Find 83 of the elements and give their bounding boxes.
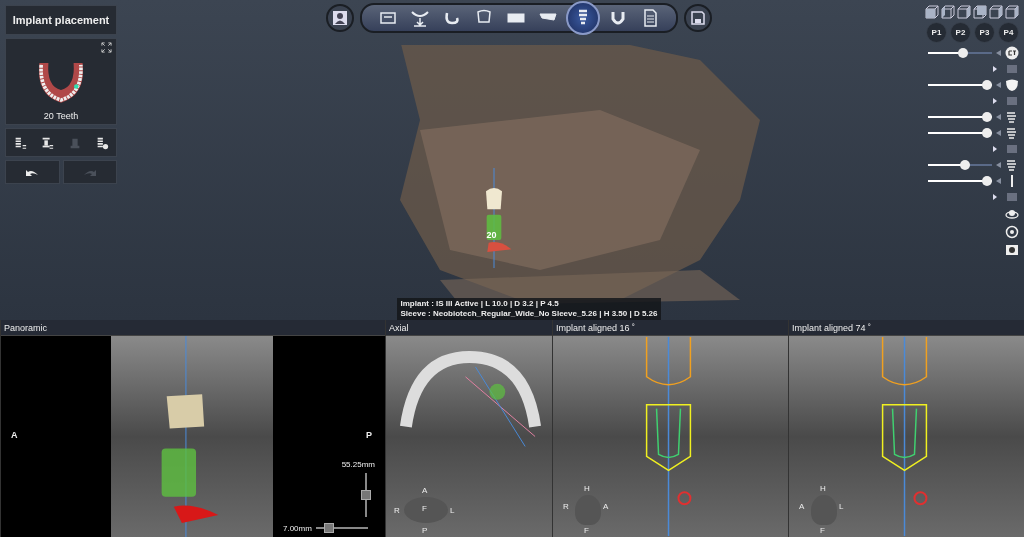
orientation-label: F xyxy=(820,526,825,535)
implant-marker[interactable] xyxy=(489,383,506,400)
person-icon xyxy=(331,10,348,26)
slider-thumb[interactable] xyxy=(982,112,992,122)
view-title: Panoramic xyxy=(1,320,385,336)
view-cube-icon[interactable] xyxy=(941,5,955,19)
implant-info: Implant : IS III Active | L 10.0 | D 3.2 | P 4.5 Sleeve : Neobiotech_Regular_Wide_No Sleeve_5.26 | H 3.50 | D 5.26 xyxy=(396,298,662,320)
save-button[interactable] xyxy=(683,4,712,32)
view-cube-icon[interactable] xyxy=(973,5,987,19)
nerve-marker xyxy=(173,505,219,523)
implant-layer-icon[interactable] xyxy=(1005,126,1019,140)
implant-number: 20 xyxy=(486,230,497,240)
expand-arrow-icon[interactable] xyxy=(992,98,998,104)
view-cube-icon[interactable] xyxy=(925,5,939,19)
orientation-label: P xyxy=(366,430,372,440)
orientation-label: F xyxy=(422,504,427,513)
orientation-label: A xyxy=(603,502,609,511)
tooth-layer-icon[interactable] xyxy=(1005,78,1019,92)
slider-thumb[interactable] xyxy=(957,48,968,58)
orientation-label: H xyxy=(584,484,590,493)
implant-outline[interactable] xyxy=(655,407,682,459)
curve-icon xyxy=(409,8,430,28)
view-title: Implant aligned 74 ˚ xyxy=(789,320,1024,336)
camera-icon[interactable] xyxy=(1005,242,1019,256)
view-title: Implant aligned 16 ˚ xyxy=(553,320,788,336)
crown-drawing[interactable] xyxy=(166,394,205,429)
expand-arrow-icon[interactable] xyxy=(992,194,998,200)
expand-icon[interactable] xyxy=(101,42,112,53)
orientation-label: H xyxy=(820,484,826,493)
save-icon xyxy=(689,10,706,26)
sleeve-icon[interactable] xyxy=(40,135,55,150)
orientation-label: L xyxy=(450,506,455,515)
orientation-label: R xyxy=(563,502,569,511)
slider-thumb[interactable] xyxy=(324,523,335,533)
slider-thumb[interactable] xyxy=(982,128,992,138)
nerve-marker xyxy=(677,491,692,506)
implant-cylinder[interactable] xyxy=(161,448,197,497)
ct-layer-icon[interactable] xyxy=(1005,46,1019,60)
slider-thumb[interactable] xyxy=(960,160,971,170)
preset-button[interactable]: P4 xyxy=(998,22,1019,43)
preset-button[interactable]: P1 xyxy=(926,22,947,43)
slider-thumb[interactable] xyxy=(982,80,992,90)
model-layer-icon[interactable] xyxy=(1005,110,1019,124)
slider-thumb[interactable] xyxy=(982,176,992,186)
orientation-label: P xyxy=(422,526,428,535)
collapse-arrow-icon[interactable] xyxy=(996,162,1001,168)
implant-axis-line[interactable] xyxy=(474,366,526,447)
orientation-label: A xyxy=(422,486,428,495)
teeth-count: 20 Teeth xyxy=(43,111,79,121)
implant-outline[interactable] xyxy=(891,407,918,459)
collapse-arrow-icon[interactable] xyxy=(996,82,1001,88)
expand-arrow-icon[interactable] xyxy=(992,146,998,152)
preset-button[interactable]: P3 xyxy=(974,22,995,43)
sleeve-outline[interactable] xyxy=(881,403,928,472)
section-line[interactable] xyxy=(465,376,536,437)
view-cube-icon[interactable] xyxy=(957,5,971,19)
height-reading: 55.25mm xyxy=(341,460,375,469)
sleeve-outline[interactable] xyxy=(645,403,692,472)
orientation-label: L xyxy=(839,502,844,511)
orientation-label: R xyxy=(394,506,400,515)
implant-step-button[interactable] xyxy=(565,1,600,35)
slider-thumb[interactable] xyxy=(361,490,371,500)
nerve-marker xyxy=(913,491,928,506)
undo-button[interactable] xyxy=(5,160,60,184)
rotate-icon[interactable] xyxy=(1005,225,1019,239)
collapse-arrow-icon[interactable] xyxy=(996,114,1001,120)
patient-button[interactable] xyxy=(325,4,354,32)
view-cube-icon[interactable] xyxy=(1005,5,1019,19)
implant-settings-icon[interactable] xyxy=(95,135,110,150)
collapse-arrow-icon[interactable] xyxy=(996,130,1001,136)
view-title: Axial xyxy=(386,320,552,336)
preset-button[interactable]: P2 xyxy=(950,22,971,43)
collapse-arrow-icon[interactable] xyxy=(996,178,1001,184)
view-cube-icon[interactable] xyxy=(989,5,1003,19)
width-reading: 7.00mm xyxy=(283,523,312,533)
orientation-label: F xyxy=(584,526,589,535)
orientation-label: A xyxy=(799,502,805,511)
expand-arrow-icon[interactable] xyxy=(992,66,998,72)
orientation-label: A xyxy=(10,429,19,442)
view-orientation-icon[interactable] xyxy=(1005,208,1019,222)
collapse-arrow-icon[interactable] xyxy=(996,50,1001,56)
panel-title: Implant placement xyxy=(5,5,117,35)
guide-layer-icon[interactable] xyxy=(1005,158,1019,172)
